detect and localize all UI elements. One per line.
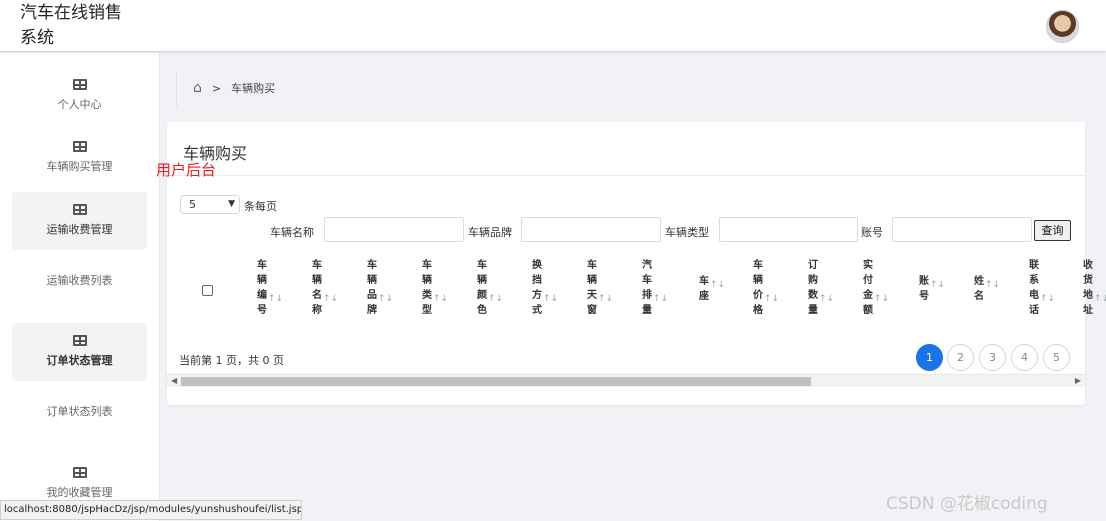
sidebar-subitem-transport-fee-list[interactable]: 运输收费列表 [12,272,147,288]
scroll-right-icon[interactable]: ▶ [1075,375,1081,387]
sidebar-subitem-order-status-list[interactable]: 订单状态列表 [12,403,147,419]
sort-icon[interactable]: ↑↓ [268,292,283,307]
column-header[interactable]: 车辆天窗 ↑↓ [583,258,613,318]
sort-icon[interactable]: ↑↓ [488,292,503,307]
sidebar-item-label: 个人中心 [57,98,102,111]
column-header[interactable]: 车座 ↑↓ [695,274,725,304]
sort-icon[interactable]: ↑↓ [874,292,889,307]
breadcrumb-current: 车辆购买 [231,82,276,95]
sort-icon[interactable]: ↑↓ [819,292,834,307]
home-icon[interactable]: ⌂ [193,80,202,96]
page-size-value: 5 [189,198,196,211]
overlay-label: 用户后台 [156,161,217,179]
column-header[interactable]: 车辆编号 ↑↓ [253,258,283,318]
breadcrumb: ⌂ > 车辆购买 [193,80,275,96]
sort-icon[interactable]: ↑↓ [764,292,779,307]
sort-icon[interactable]: ↑↓ [710,278,725,293]
sort-icon[interactable]: ↑↓ [323,292,338,307]
page-button-1[interactable]: 1 [916,344,943,371]
page-button-2[interactable]: 2 [947,344,974,371]
sort-icon[interactable]: ↑↓ [1040,292,1055,307]
sidebar: 个人中心 车辆购买管理 运输收费管理 运输收费列表 订单状态管理 订单状态列表 … [0,53,160,521]
column-header[interactable]: 车辆品牌 ↑↓ [363,258,393,318]
sidebar-item-label: 车辆购买管理 [46,160,113,173]
column-header[interactable]: 换挡方式 ↑↓ [528,258,558,318]
column-header[interactable]: 车辆颜色 ↑↓ [473,258,503,318]
column-header[interactable]: 车辆名称 ↑↓ [308,258,338,318]
app-title: 汽车在线销售 系统 [20,1,150,51]
pagination-info: 当前第 1 页，共 0 页 [179,354,284,367]
page-button-3[interactable]: 3 [979,344,1006,371]
sidebar-item-vehicle-purchase[interactable]: 车辆购买管理 [12,141,147,185]
page-button-5[interactable]: 5 [1043,344,1070,371]
filter-input-brand[interactable] [521,217,661,242]
sort-icon[interactable]: ↑↓ [1094,292,1106,307]
column-header[interactable]: 账号 ↑↓ [915,274,945,304]
sort-icon[interactable]: ↑↓ [653,292,668,307]
card-divider [167,175,1085,176]
scroll-left-icon[interactable]: ◀ [171,375,177,387]
sort-icon[interactable]: ↑↓ [543,292,558,307]
sidebar-item-order-status[interactable]: 订单状态管理 [12,323,147,381]
sidebar-item-transport-fee[interactable]: 运输收费管理 [12,192,147,250]
page-size-select[interactable]: 5 ▼ [180,195,240,214]
scrollbar-thumb[interactable] [181,377,811,386]
sidebar-item-label: 我的收藏管理 [46,486,113,499]
column-header[interactable]: 汽车排量 ↑↓ [638,258,668,318]
sidebar-item-label: 运输收费管理 [46,223,113,236]
sidebar-item-profile[interactable]: 个人中心 [12,79,147,123]
status-bar-url: localhost:8080/jspHacDz/jsp/modules/yuns… [0,500,302,520]
filter-label-name: 车辆名称 [270,226,314,239]
page-size-suffix: 条每页 [244,200,277,213]
sort-icon[interactable]: ↑↓ [598,292,613,307]
filter-label-account: 账号 [861,226,883,239]
avatar[interactable] [1046,10,1079,43]
table-icon [72,141,87,152]
breadcrumb-divider [176,72,177,108]
column-header[interactable]: 联系电话 ↑↓ [1025,258,1055,318]
horizontal-scrollbar[interactable]: ◀ ▶ [167,374,1085,387]
table-icon [72,335,87,346]
table-icon [72,467,87,478]
table-icon [72,204,87,215]
sort-icon[interactable]: ↑↓ [433,292,448,307]
sort-icon[interactable]: ↑↓ [378,292,393,307]
filter-input-account[interactable] [892,217,1032,242]
chevron-down-icon: ▼ [228,199,235,209]
page-button-4[interactable]: 4 [1011,344,1038,371]
top-bar: 汽车在线销售 系统 [0,0,1106,52]
column-header[interactable]: 收货地址 ↑↓ [1079,258,1106,318]
filter-input-type[interactable] [719,217,858,242]
column-header[interactable]: 实付金额 ↑↓ [859,258,889,318]
app-title-line2: 系统 [20,28,54,48]
breadcrumb-separator: > [211,81,222,95]
watermark: CSDN @花椒coding [886,494,1048,514]
sort-icon[interactable]: ↑↓ [985,278,1000,293]
table-icon [72,79,87,90]
query-button[interactable]: 查询 [1034,220,1071,241]
select-all-checkbox[interactable] [202,285,213,296]
filter-label-type: 车辆类型 [665,226,709,239]
sidebar-item-label: 订单状态管理 [46,354,113,367]
column-header[interactable]: 订购数量 ↑↓ [804,258,834,318]
sort-icon[interactable]: ↑↓ [930,278,945,293]
column-header[interactable]: 姓名 ↑↓ [970,274,1000,304]
column-header[interactable]: 车辆价格 ↑↓ [749,258,779,318]
column-header[interactable]: 车辆类型 ↑↓ [418,258,448,318]
filter-input-name[interactable] [324,217,464,242]
app-title-line1: 汽车在线销售 [20,3,122,23]
filter-label-brand: 车辆品牌 [468,226,512,239]
